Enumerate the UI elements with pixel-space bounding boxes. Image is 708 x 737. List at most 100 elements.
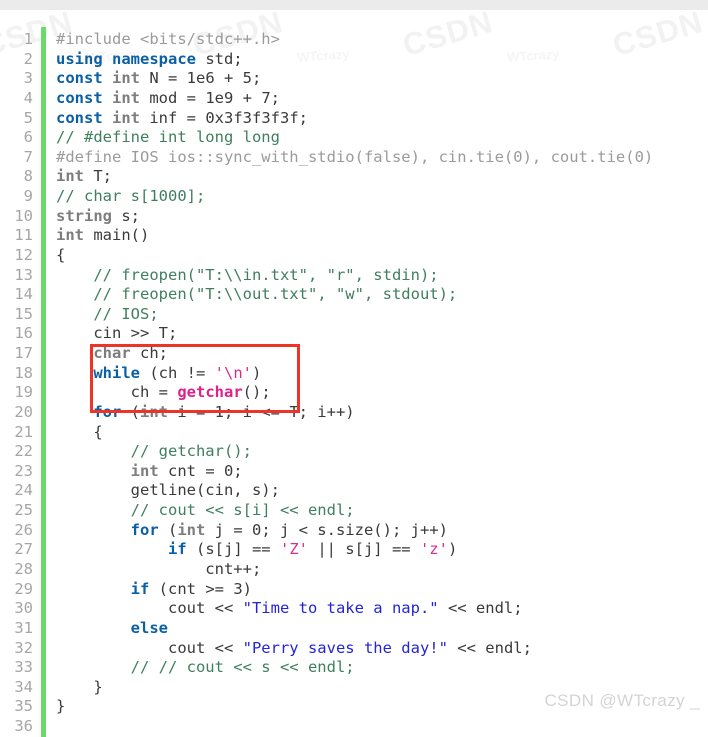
code-token: #include <bits/stdc++.h> [56,30,280,48]
code-token: else [130,618,168,637]
code-token: { [56,422,103,441]
code-line[interactable]: // IOS; [56,304,159,325]
code-token: cnt++; [56,560,262,578]
code-token: string [56,206,112,225]
code-line[interactable]: { [56,246,65,266]
code-line[interactable]: cout << "Time to take a nap." << endl; [56,599,523,619]
code-token: << endl; [438,599,523,618]
code-line[interactable]: // freopen("T:\\in.txt", "r", stdin); [56,266,438,286]
code-line[interactable]: using namespace std; [56,50,243,70]
red-annotation-box [90,344,300,413]
code-line[interactable]: int main() [56,226,149,246]
line-number: 10 [14,206,33,225]
code-line[interactable]: const int inf = 0x3f3f3f3f; [56,109,308,129]
line-number: 20 [14,402,33,421]
code-token: ) [447,540,458,559]
code-token: 'z' [419,540,448,559]
code-line[interactable]: cnt++; [56,560,261,580]
code-line[interactable]: string s; [56,207,140,227]
line-number: 15 [14,304,33,323]
code-token: int [112,108,141,127]
line-number: 36 [14,717,33,736]
code-line[interactable]: { [56,422,103,443]
line-number: 22 [14,442,33,461]
line-number: 18 [14,363,33,382]
code-token: if [167,540,187,559]
code-line[interactable]: } [56,677,103,698]
code-line[interactable]: // // cout << s << endl; [56,658,355,678]
code-line[interactable]: // freopen("T:\\out.txt", "w", stdout); [56,285,457,305]
code-line[interactable]: const int mod = 1e9 + 7; [56,89,280,109]
line-number: 26 [14,520,33,539]
change-marker-rail [41,27,46,737]
code-token: << endl; [447,638,532,657]
code-line[interactable]: int T; [56,167,112,187]
line-number: 29 [14,579,33,598]
author-watermark: CSDN @WTcrazy _ [544,691,700,710]
code-token: // IOS; [56,304,159,323]
code-token: cnt = 0; [158,461,243,480]
top-grey-strip [0,0,708,10]
code-line[interactable]: const int N = 1e6 + 5; [56,69,261,89]
code-token: } [56,697,66,716]
code-token: // freopen("T:\\out.txt", "w", stdout); [56,285,458,304]
code-token: (s[j] == [186,540,280,559]
line-number: 9 [23,187,33,206]
code-line[interactable]: if (cnt >= 3) [56,580,252,600]
code-token: int [112,69,141,88]
code-line[interactable]: #define IOS ios::sync_with_stdio(false),… [56,148,653,168]
code-screenshot: CSDN WTcrazy CSDN WTcrazy CSDN WTcrazy CSDN 12… [0,0,708,737]
line-number: 32 [14,638,33,657]
code-token: if [130,579,150,598]
code-line[interactable]: else [56,619,168,639]
code-line[interactable]: #include <bits/stdc++.h> [56,30,280,50]
code-token: // char s[1000]; [56,187,206,206]
code-line[interactable]: cout << "Perry saves the day!" << endl; [56,639,532,659]
code-token: s; [112,206,140,225]
code-token: for [130,520,159,539]
code-token: int [56,226,84,245]
code-token: int [130,461,159,480]
code-editor[interactable]: 1 2 3 4 5 6 7 8 9 10 11 12 13 14 15 16 17 18 19 20 21 22 23 24 2… [0,10,708,737]
line-number: 7 [23,147,33,166]
code-line[interactable]: for (int j = 0; j < s.size(); j++) [56,521,448,541]
code-line[interactable]: // char s[1000]; [56,187,205,207]
code-token: // getchar(); [56,442,252,461]
code-token: #define IOS ios::sync_with_stdio(false),… [56,147,654,166]
line-number: 34 [14,677,33,696]
code-token: } [56,677,103,696]
code-line[interactable]: // cout << s[i] << endl; [56,501,355,521]
line-number: 33 [14,658,33,677]
line-number: 30 [14,599,33,618]
line-number: 5 [23,108,33,127]
line-number: 23 [14,461,33,480]
code-token: // #define int long long [56,128,280,147]
code-token: (cnt >= 3) [149,579,252,598]
code-token: const [56,108,103,127]
code-line[interactable]: if (s[j] == 'Z' || s[j] == 'z') [56,540,457,560]
code-line[interactable]: getline(cin, s); [56,481,280,501]
code-token: T; [84,167,112,186]
line-number: 12 [14,245,33,264]
code-token: cin >> T; [56,324,178,343]
line-number: 4 [23,88,33,107]
line-number: 6 [23,128,33,147]
code-token: const [56,88,103,107]
code-token: { [56,245,66,264]
code-line[interactable]: } [56,697,65,717]
line-number: 35 [14,697,33,716]
code-line[interactable]: // getchar(); [56,442,252,462]
code-line[interactable]: cin >> T; [56,324,177,344]
code-token: cout << [56,599,243,618]
line-number: 25 [14,501,33,520]
code-token: const [56,69,103,88]
code-line[interactable]: int cnt = 0; [56,462,243,482]
code-line[interactable]: // #define int long long [56,128,280,148]
